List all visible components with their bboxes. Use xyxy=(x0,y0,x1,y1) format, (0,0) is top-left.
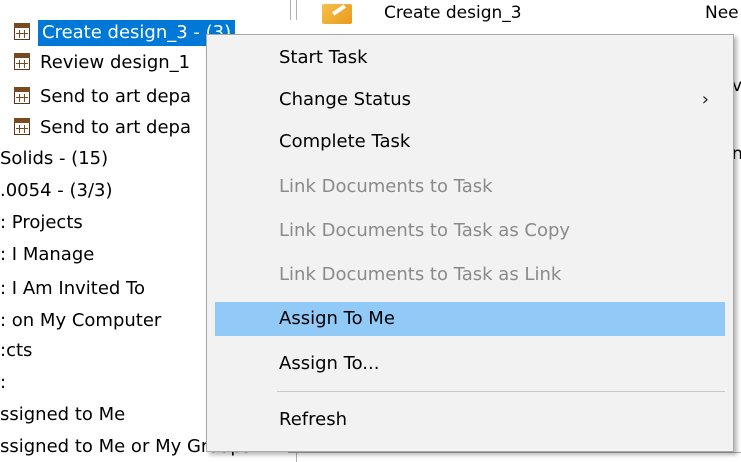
tree-task-item[interactable]: Create design_3 - (3) xyxy=(14,20,236,46)
menu-item-link-documents[interactable]: Link Documents to Task xyxy=(215,170,725,204)
menu-separator xyxy=(277,391,725,392)
menu-item-start-task[interactable]: Start Task xyxy=(215,41,725,75)
tree-item-label: .0054 - (3/3) xyxy=(0,180,113,201)
tree-item[interactable]: Solids - (15) xyxy=(0,146,108,172)
tree-item-label: ssigned to Me xyxy=(0,404,126,425)
tree-item-label: : I Manage xyxy=(0,244,95,265)
tree-item[interactable]: ssigned to Me xyxy=(0,402,125,428)
menu-item-link-documents-link[interactable]: Link Documents to Task as Link xyxy=(215,258,725,292)
menu-item-label: Complete Task xyxy=(279,131,411,152)
tree-item[interactable]: : I Am Invited To xyxy=(0,276,145,302)
column-divider xyxy=(296,0,297,20)
submenu-arrow-icon: › xyxy=(701,89,709,110)
task-icon xyxy=(322,4,352,24)
menu-item-complete-task[interactable]: Complete Task xyxy=(215,125,725,159)
calendar-task-icon xyxy=(14,117,30,135)
column-divider xyxy=(290,0,291,20)
tree-item[interactable]: : xyxy=(0,370,6,396)
tree-item-label: : on My Computer xyxy=(0,310,162,331)
tree-item-label: : Projects xyxy=(0,212,83,233)
menu-item-label: Change Status xyxy=(279,89,411,110)
menu-item-refresh[interactable]: Refresh xyxy=(215,403,725,437)
menu-item-label: Link Documents to Task xyxy=(279,176,493,197)
tree-item[interactable]: :cts xyxy=(0,338,32,364)
list-border xyxy=(288,452,741,453)
list-task-name[interactable]: Create design_3 xyxy=(384,0,522,26)
menu-item-label: Assign To Me xyxy=(279,308,395,329)
calendar-task-icon xyxy=(14,52,30,70)
menu-item-label: Refresh xyxy=(279,409,347,430)
tree-task-label: Send to art depa xyxy=(40,117,192,138)
context-menu: Start Task Change Status › Complete Task… xyxy=(206,34,734,452)
list-task-status: Nee xyxy=(705,3,739,23)
menu-item-assign-to-me[interactable]: Assign To Me xyxy=(215,302,725,336)
tree-task-item[interactable]: Send to art depa xyxy=(14,84,191,110)
tree-item-label: : xyxy=(0,372,7,393)
list-border xyxy=(296,452,297,462)
tree-task-item[interactable]: Review design_1 xyxy=(14,50,190,76)
tree-item-label: :cts xyxy=(0,340,33,361)
calendar-task-icon xyxy=(14,22,30,40)
menu-item-label: Link Documents to Task as Link xyxy=(279,264,562,285)
tree-item-label: : I Am Invited To xyxy=(0,278,145,299)
calendar-task-icon xyxy=(14,86,30,104)
tree-item[interactable]: .0054 - (3/3) xyxy=(0,178,112,204)
tree-task-item[interactable]: Send to art depa xyxy=(14,115,191,141)
tree-item[interactable]: : on My Computer xyxy=(0,308,161,334)
tree-task-label: Review design_1 xyxy=(40,52,191,73)
menu-item-label: Assign To... xyxy=(279,353,380,374)
menu-item-assign-to[interactable]: Assign To... xyxy=(215,347,725,381)
tree-item-label: Solids - (15) xyxy=(0,148,109,169)
tree-item[interactable]: : Projects xyxy=(0,210,83,236)
tree-task-label: Send to art depa xyxy=(40,86,192,107)
menu-item-label: Start Task xyxy=(279,47,368,68)
menu-item-link-documents-copy[interactable]: Link Documents to Task as Copy xyxy=(215,214,725,248)
tree-item[interactable]: : I Manage xyxy=(0,242,94,268)
menu-item-change-status[interactable]: Change Status › xyxy=(215,83,725,117)
menu-item-label: Link Documents to Task as Copy xyxy=(279,220,571,241)
